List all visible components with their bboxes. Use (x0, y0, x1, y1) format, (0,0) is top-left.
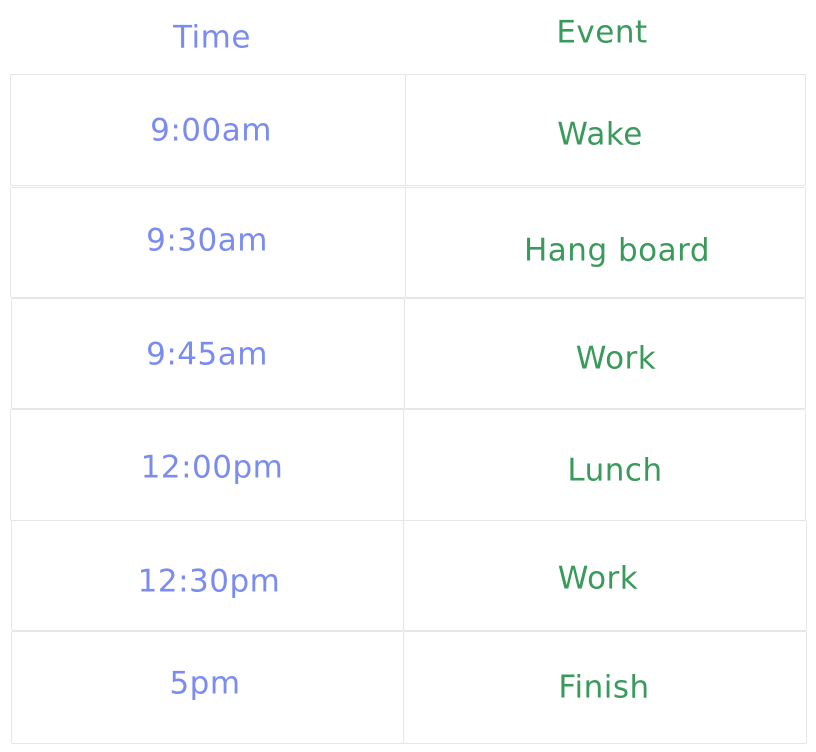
row-event: Lunch (567, 452, 663, 489)
row-time: 9:30am (146, 222, 268, 259)
row-time: 5pm (169, 665, 241, 702)
header-event: Event (556, 14, 648, 51)
row-time: 12:00pm (140, 449, 284, 486)
row-time: 9:00am (150, 112, 272, 149)
row-event: Hang board (523, 232, 711, 269)
row-event: Work (557, 560, 639, 597)
row-time: 9:45am (146, 336, 268, 373)
row-event: Wake (557, 116, 643, 153)
row-event: Work (575, 340, 657, 377)
row-event: Finish (558, 669, 650, 706)
row-time: 12:30pm (137, 563, 281, 600)
header-time: Time (173, 19, 251, 56)
